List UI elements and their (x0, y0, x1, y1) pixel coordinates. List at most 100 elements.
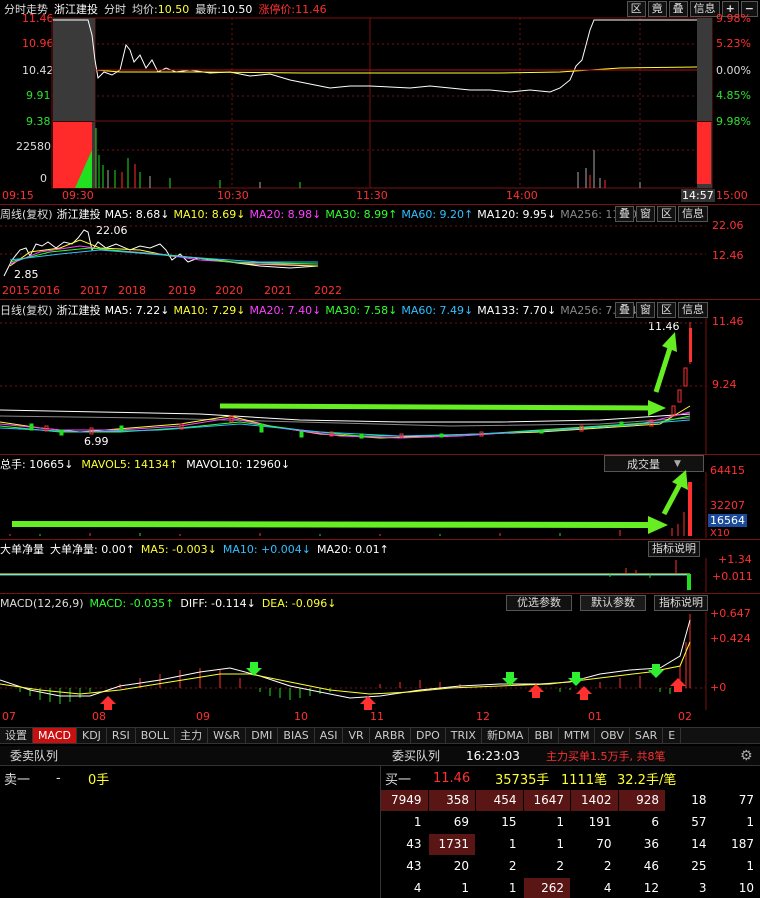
weekly-ma5: MA5: 8.68↓ (104, 207, 170, 221)
month-tick: 11 (370, 710, 384, 723)
month-tick: 07 (2, 710, 16, 723)
queue-time: 16:23:03 (466, 748, 520, 763)
tab-more[interactable]: E (663, 728, 682, 743)
buy-queue-title: 委买队列 (392, 749, 441, 763)
tab-vr[interactable]: VR (343, 728, 370, 743)
daily-info-button[interactable]: 信息 (678, 302, 708, 318)
queue-cell: 18 (691, 793, 707, 807)
time-tick: 15:00 (716, 189, 748, 202)
queue-cell: 187 (731, 837, 754, 851)
year-tick: 2017 (80, 284, 108, 297)
macd-diff: DIFF: -0.114↓ (180, 596, 256, 610)
daily-ma60: MA60: 7.49↓ (401, 303, 474, 317)
chevron-down-icon: ▼ (674, 458, 681, 469)
volume-chart (9, 470, 707, 538)
tab-settings[interactable]: 设置 (0, 728, 33, 743)
queue-cell: 2 (556, 859, 564, 873)
macd-help-button[interactable]: 指标说明 (654, 595, 708, 611)
macd-value: MACD: -0.035↑ (89, 596, 175, 610)
default-params-button[interactable]: 默认参数 (580, 595, 646, 611)
queue-cell: 1731 (428, 834, 475, 855)
volume-select-label: 成交量 (627, 457, 661, 471)
daily-ma10: MA10: 7.29↓ (173, 303, 246, 317)
daily-ma20: MA20: 7.40↓ (249, 303, 322, 317)
buy1-avg: 32.2手/笔 (617, 772, 677, 788)
queue-cell: 77 (738, 793, 754, 807)
daily-zone-button[interactable]: 区 (657, 302, 676, 318)
bigorder-chart (0, 558, 707, 592)
month-tick: 09 (196, 710, 210, 723)
queue-cell: 70 (596, 837, 612, 851)
time-tick: 11:30 (356, 189, 388, 202)
daily-window-button[interactable]: 窗 (636, 302, 655, 318)
queue-cell: 1 (508, 881, 517, 895)
daily-ma5: MA5: 7.22↓ (104, 303, 170, 317)
tab-kdj[interactable]: KDJ (77, 728, 107, 743)
macd-month-axis: 07 08 09 10 11 12 01 02 (0, 710, 760, 724)
year-tick: 2021 (264, 284, 292, 297)
sell1-qty: 0手 (88, 772, 110, 788)
volume-indicator-select[interactable]: 成交量 ▼ (604, 455, 704, 472)
buy1-qty: 35735手 (495, 772, 550, 788)
tab-asi[interactable]: ASI (315, 728, 344, 743)
tab-arbr[interactable]: ARBR (370, 728, 412, 743)
bigorder-ma20: MA20: 0.01↑ (316, 542, 389, 556)
queue-cell: 25 (691, 859, 707, 873)
queue-cell: 69 (453, 815, 469, 829)
weekly-ma10: MA10: 8.69↓ (173, 207, 246, 221)
tab-trix[interactable]: TRIX (446, 728, 482, 743)
queue-cell: 14 (691, 837, 707, 851)
tab-main-force[interactable]: 主力 (175, 728, 209, 743)
queue-cell: 928 (618, 790, 665, 811)
month-tick: 01 (588, 710, 602, 723)
month-tick: 10 (294, 710, 308, 723)
bigorder-help-button[interactable]: 指标说明 (648, 541, 700, 557)
tab-obv[interactable]: OBV (595, 728, 630, 743)
time-tick: 14:00 (506, 189, 538, 202)
tab-boll[interactable]: BOLL (136, 728, 176, 743)
queue-row: 43 1731 1 1 70 36 14 187 (381, 834, 760, 855)
tab-wr[interactable]: W&R (208, 728, 247, 743)
gear-icon[interactable]: ⚙ (740, 748, 753, 764)
tab-bbi[interactable]: BBI (529, 728, 559, 743)
daily-overlay-button[interactable]: 叠 (615, 302, 634, 318)
queue-cell: 1647 (523, 790, 570, 811)
time-tick-current: 14:57 (681, 189, 715, 202)
bigorder-ma10: MA10: +0.004↓ (222, 542, 311, 556)
queue-cell: 57 (691, 815, 707, 829)
tab-dpo[interactable]: DPO (411, 728, 446, 743)
daily-chart (0, 318, 707, 454)
weekly-ma20: MA20: 8.98↓ (249, 207, 322, 221)
tab-sar[interactable]: SAR (630, 728, 664, 743)
buy1-price: 11.46 (433, 770, 471, 786)
queue-row: 7949 358 454 1647 1402 928 18 77 (381, 790, 760, 811)
tab-bias[interactable]: BIAS (278, 728, 315, 743)
optimal-params-button[interactable]: 优选参数 (506, 595, 572, 611)
macd-chart (0, 612, 707, 710)
tab-macd[interactable]: MACD (33, 728, 77, 743)
tab-mtm[interactable]: MTM (559, 728, 596, 743)
queue-cell: 1 (413, 815, 422, 829)
macd-dea: DEA: -0.096↓ (261, 596, 337, 610)
queue-cell: 43 (406, 837, 422, 851)
weekly-ma60: MA60: 9.20↑ (401, 207, 474, 221)
macd-toolbar: 优选参数 默认参数 指标说明 (506, 595, 708, 611)
tab-new-dma[interactable]: 新DMA (482, 728, 530, 743)
time-tick: 09:15 (2, 189, 34, 202)
tab-dmi[interactable]: DMI (246, 728, 279, 743)
weekly-year-axis: 2015 2016 2017 2018 2019 2020 2021 2022 (0, 284, 760, 298)
time-tick: 09:30 (62, 189, 94, 202)
orderbook-header: 委卖队列 委买队列 16:23:03 主力买单1.5万手, 共8笔 ⚙ (0, 746, 760, 766)
queue-cell: 1 (556, 815, 564, 829)
queue-cell: 4 (603, 881, 612, 895)
bigorder-value: 大单净量: 0.00↑ (50, 543, 135, 556)
daily-toolbar: 叠 窗 区 信息 (615, 302, 708, 318)
queue-cell: 2 (508, 859, 517, 873)
daily-stock: 浙江建投 (56, 304, 101, 317)
macd-title: MACD(12,26,9) (0, 596, 84, 610)
queue-cell: 358 (428, 790, 475, 811)
queue-row: 1 69 15 1 191 6 57 1 (381, 812, 760, 833)
time-tick: 10:30 (217, 189, 249, 202)
sell1-label: 卖一 (4, 772, 31, 788)
tab-rsi[interactable]: RSI (107, 728, 136, 743)
